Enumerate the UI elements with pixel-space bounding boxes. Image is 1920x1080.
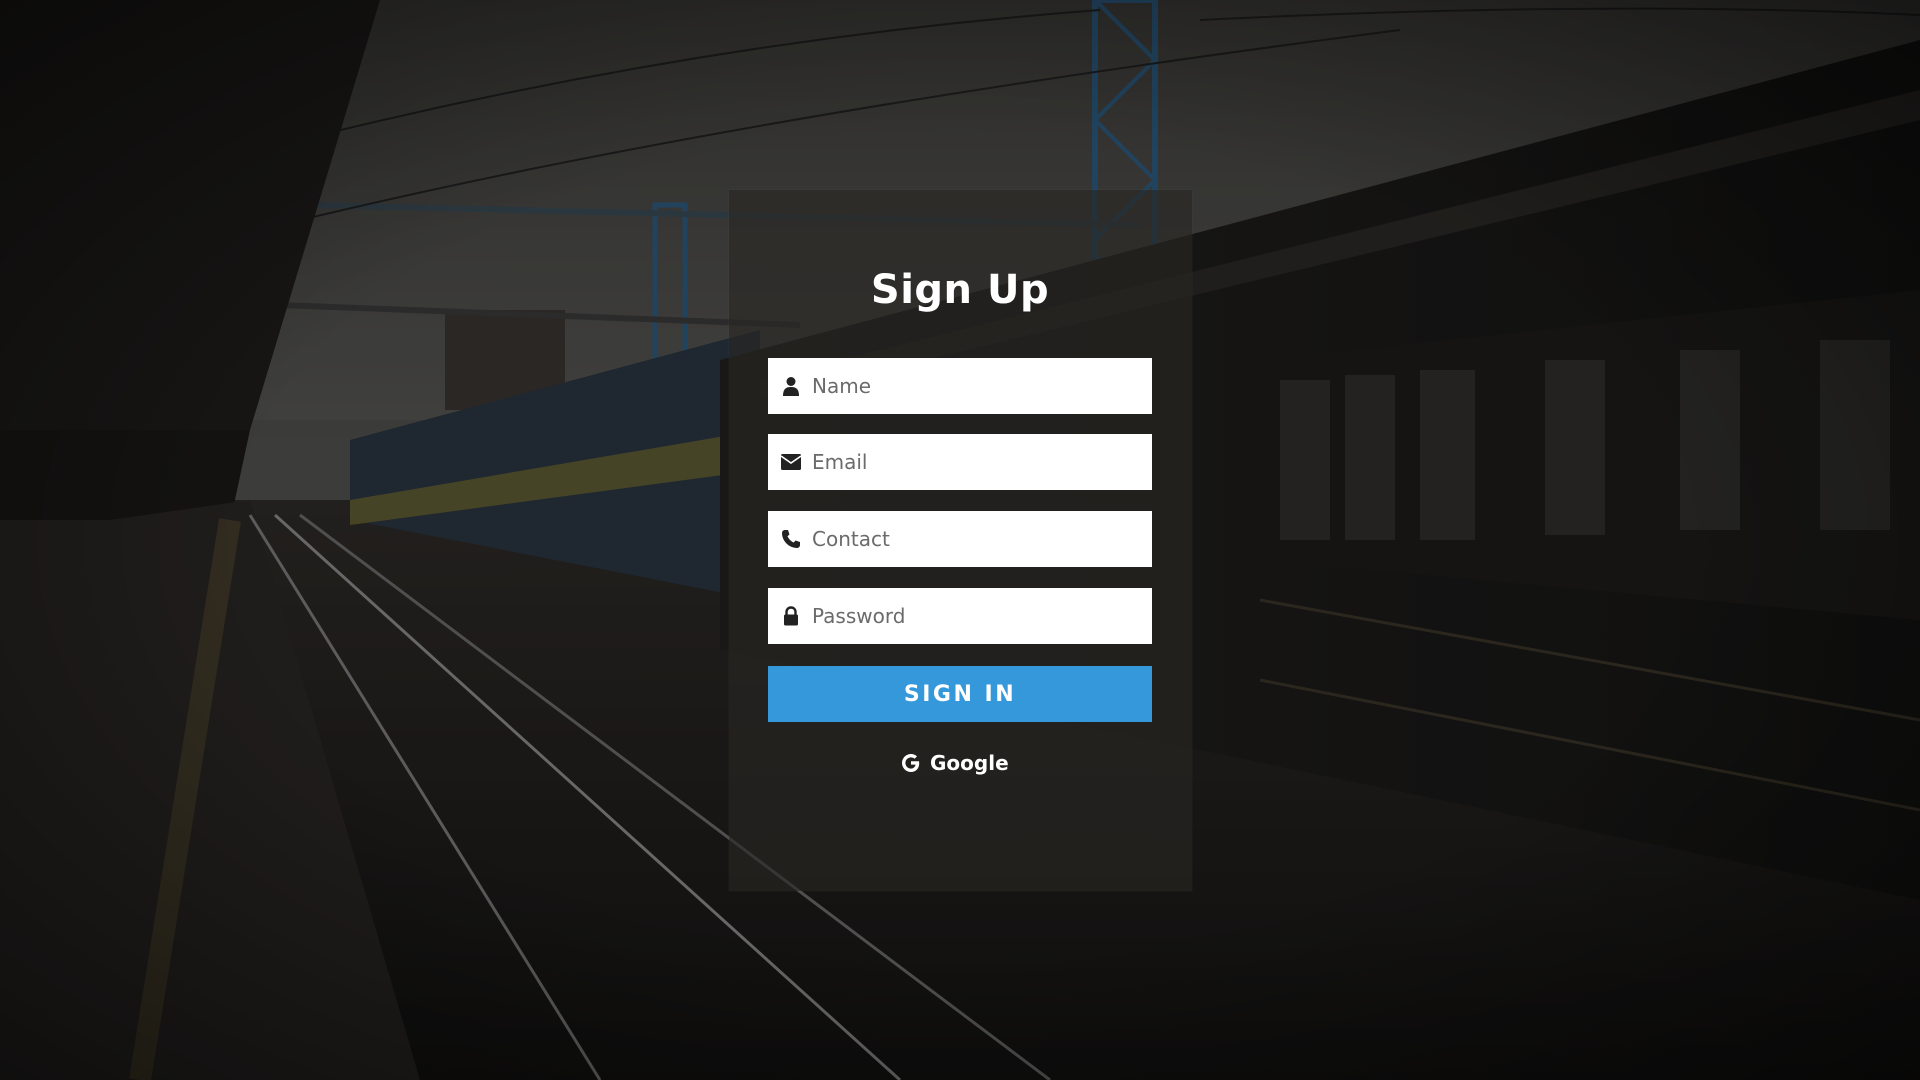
google-label: Google: [930, 751, 1009, 775]
password-input[interactable]: [812, 588, 1152, 644]
google-icon: [900, 752, 922, 774]
user-icon: [780, 375, 802, 397]
envelope-icon: [780, 451, 802, 473]
contact-input[interactable]: [812, 511, 1152, 567]
contact-field[interactable]: [768, 511, 1152, 567]
name-field[interactable]: [768, 358, 1152, 414]
form-title: Sign Up: [870, 267, 1050, 313]
google-login-link[interactable]: Google: [900, 748, 1009, 778]
phone-icon: [780, 528, 802, 550]
sign-in-button[interactable]: SIGN IN: [768, 666, 1152, 722]
lock-icon: [780, 605, 802, 627]
email-input[interactable]: [812, 434, 1152, 490]
password-field[interactable]: [768, 588, 1152, 644]
email-field[interactable]: [768, 434, 1152, 490]
name-input[interactable]: [812, 358, 1152, 414]
